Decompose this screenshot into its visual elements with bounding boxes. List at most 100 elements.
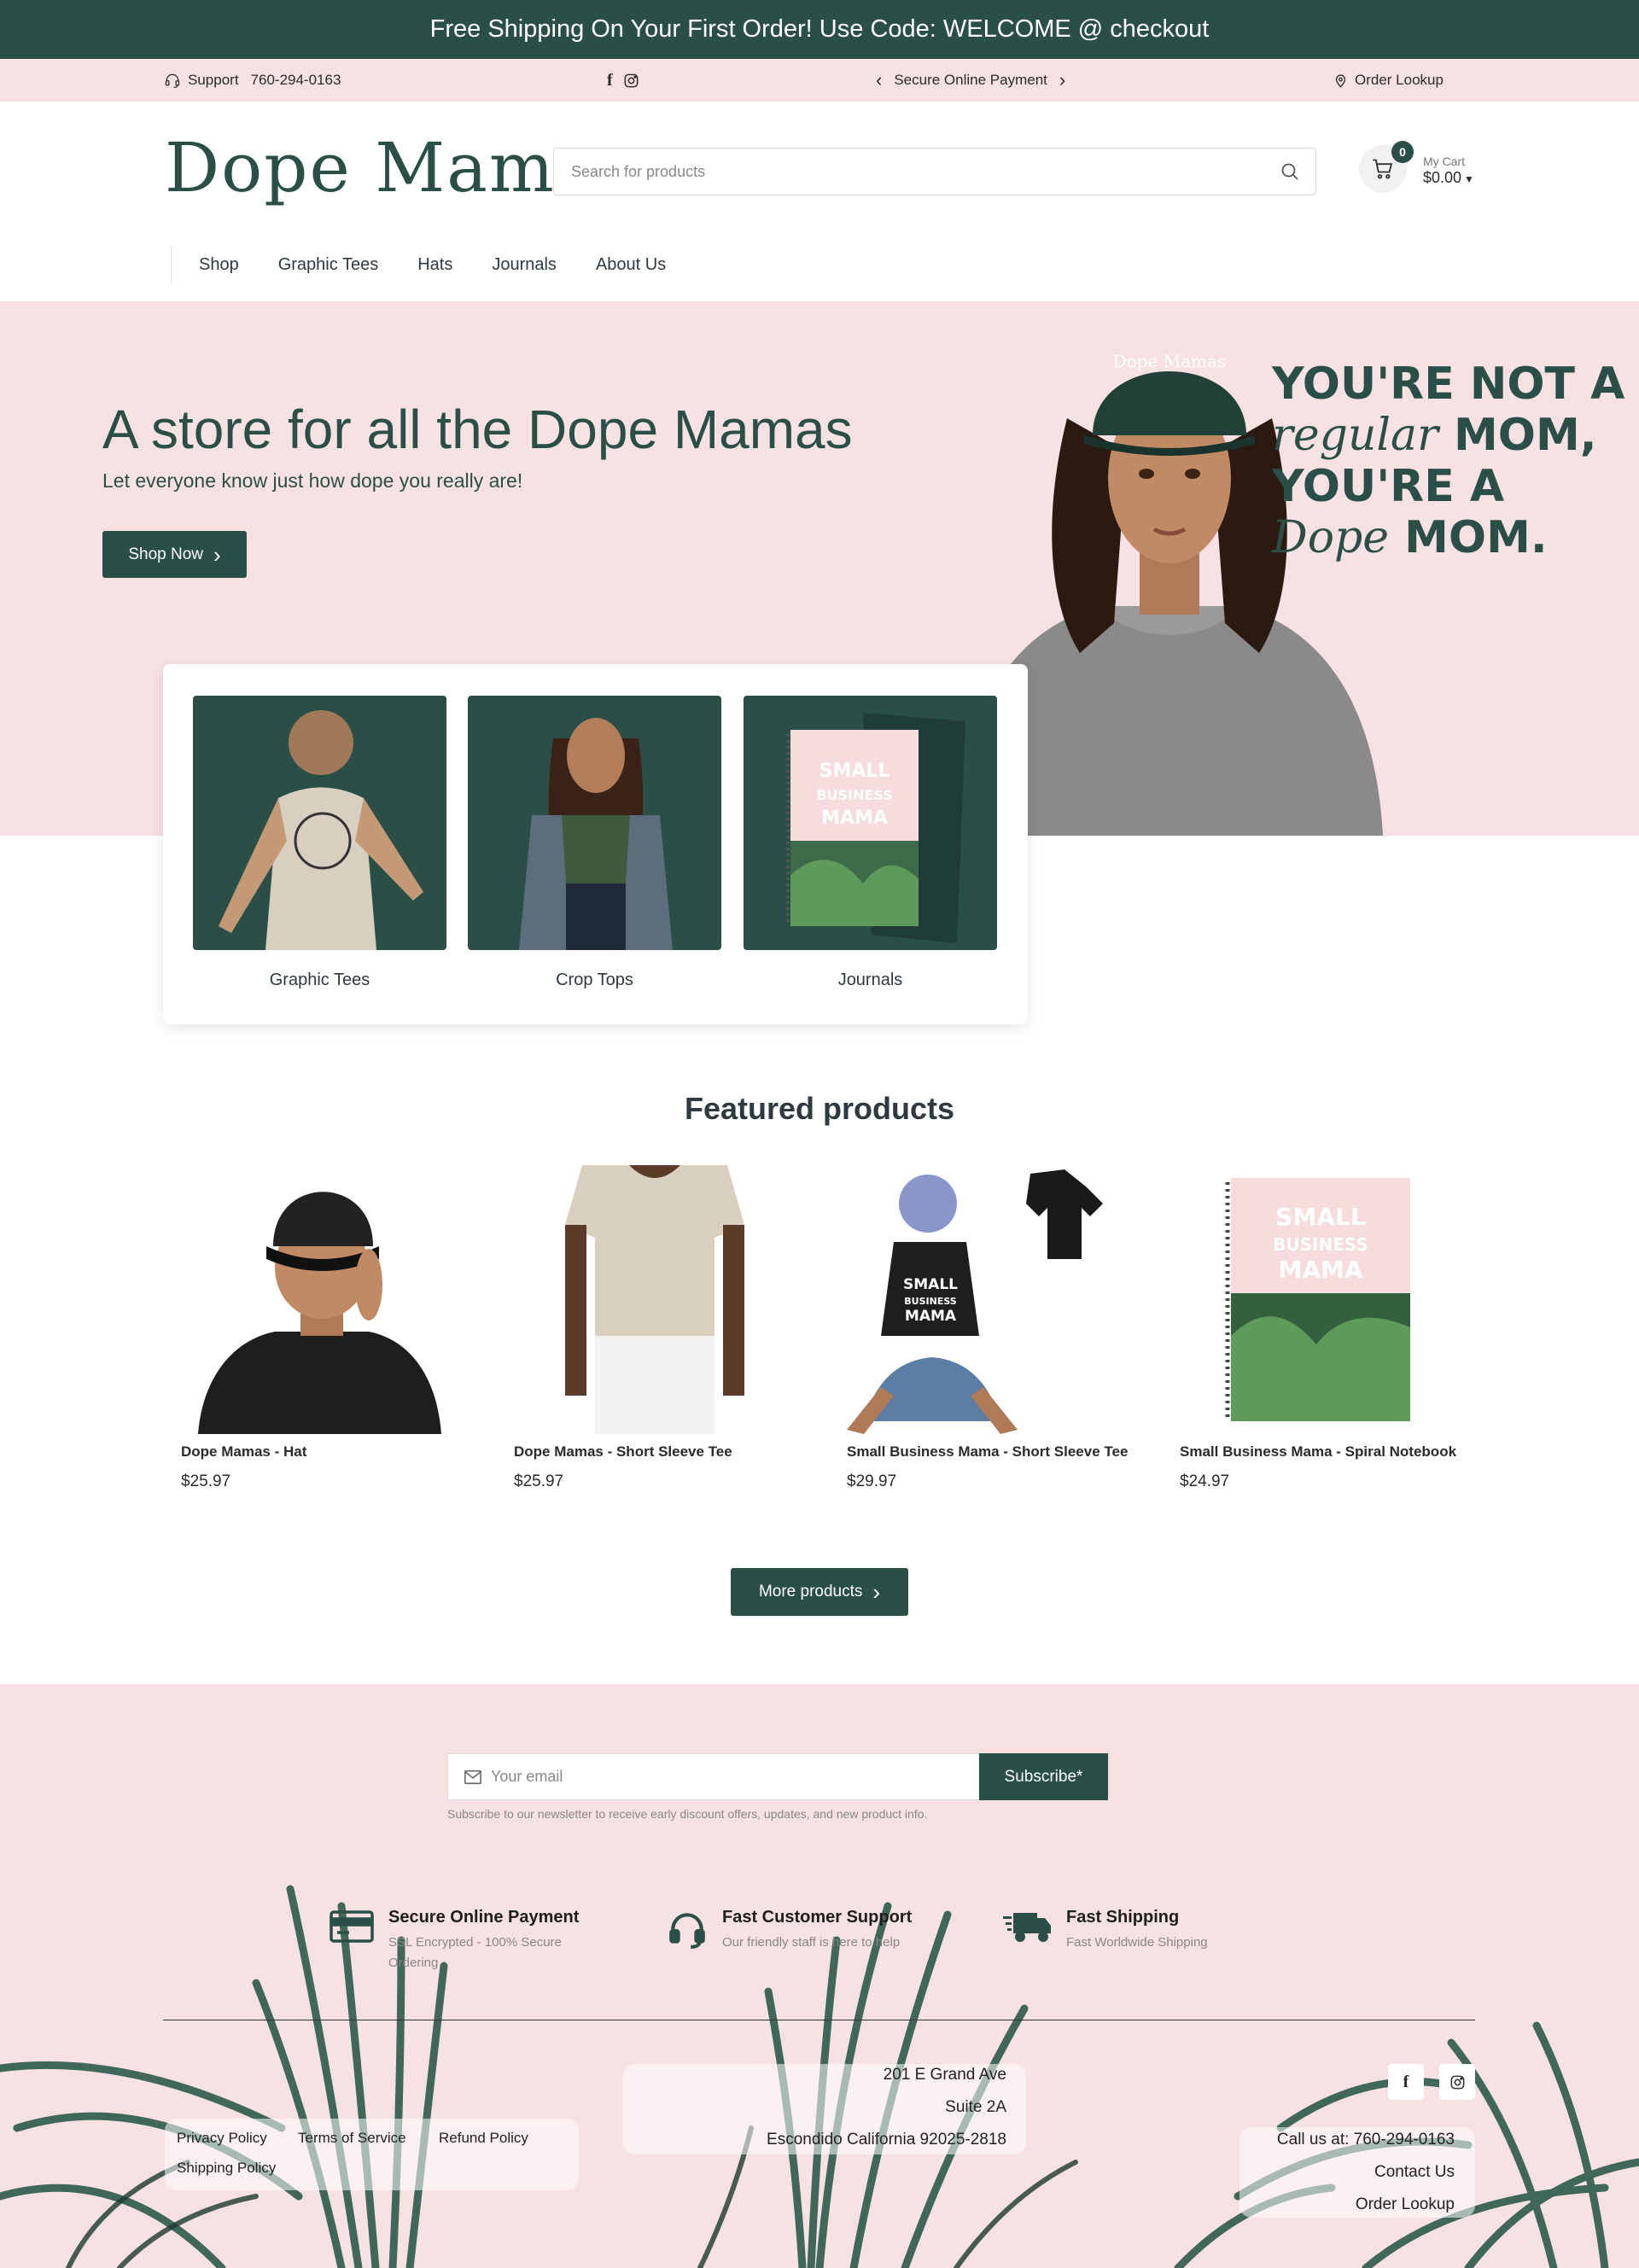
footer-facebook-button[interactable]: f xyxy=(1388,2064,1424,2100)
product-price: $24.97 xyxy=(1180,1472,1230,1490)
support-link[interactable]: Support 760-294-0163 xyxy=(164,59,341,102)
category-image: SMALL BUSINESS MAMA xyxy=(744,696,997,950)
category-graphic-tees[interactable]: Graphic Tees xyxy=(193,696,446,990)
quote-line-2: regular MOM, xyxy=(1272,410,1624,461)
product-price: $25.97 xyxy=(181,1472,231,1490)
order-lookup-label: Order Lookup xyxy=(1355,72,1444,88)
feature-title: Fast Shipping xyxy=(1066,1908,1180,1927)
cart-total[interactable]: $0.00 ▼ xyxy=(1423,169,1474,187)
chevron-right-icon[interactable]: › xyxy=(1059,69,1065,91)
category-image xyxy=(193,696,446,950)
shop-now-label: Shop Now xyxy=(128,545,203,563)
instagram-icon[interactable] xyxy=(623,73,639,89)
privacy-policy-link[interactable]: Privacy Policy xyxy=(177,2130,267,2147)
order-lookup-link[interactable]: Order Lookup xyxy=(1333,59,1444,102)
product-name[interactable]: Dope Mamas - Hat xyxy=(181,1443,463,1460)
chevron-right-icon: › xyxy=(872,1579,881,1605)
category-label: Journals xyxy=(837,971,903,989)
category-crop-tops[interactable]: Crop Tops xyxy=(468,696,721,990)
product-price: $25.97 xyxy=(514,1472,564,1490)
payment-carousel: ‹ Secure Online Payment › xyxy=(876,59,1065,102)
utility-bar: Support 760-294-0163 f ‹ Secure Online P… xyxy=(0,59,1639,102)
delivery-truck-icon xyxy=(1003,1913,1051,1942)
email-input[interactable] xyxy=(491,1754,994,1799)
headset-icon xyxy=(165,73,180,88)
nav-item-graphic-tees[interactable]: Graphic Tees xyxy=(278,248,378,282)
product-card-short-sleeve-tee[interactable]: Dope Mamas - Short Sleeve Tee $25.97 xyxy=(514,1165,796,1491)
nav-item-about-us[interactable]: About Us xyxy=(596,248,666,282)
support-phone: 760-294-0163 xyxy=(250,72,341,88)
product-image: SMALL BUSINESS MAMA xyxy=(1180,1165,1461,1434)
product-image: SMALL BUSINESS MAMA xyxy=(847,1165,1129,1434)
main-nav: Shop Graphic Tees Hats Journals About Us xyxy=(199,248,705,282)
nav-item-hats[interactable]: Hats xyxy=(417,248,452,282)
feature-customer-support: Fast Customer Support Our friendly staff… xyxy=(666,1908,912,1953)
shop-now-button[interactable]: Shop Now › xyxy=(102,531,247,578)
category-label: Crop Tops xyxy=(556,971,633,989)
product-image xyxy=(514,1165,796,1434)
contact-us-link[interactable]: Contact Us xyxy=(1374,2163,1455,2182)
more-products-button[interactable]: More products › xyxy=(731,1568,908,1616)
category-image xyxy=(468,696,721,950)
feature-title: Secure Online Payment xyxy=(388,1908,580,1927)
product-card-hat[interactable]: Dope Mamas - Hat $25.97 xyxy=(181,1165,463,1491)
nav-item-journals[interactable]: Journals xyxy=(492,248,557,282)
quote-line-4-script: Dope xyxy=(1272,512,1390,563)
cart-icon xyxy=(1373,159,1393,179)
chevron-right-icon: › xyxy=(213,541,221,568)
search-input[interactable] xyxy=(554,149,1263,195)
nav-divider xyxy=(171,246,172,283)
hero-subtitle: Let everyone know just how dope you real… xyxy=(102,469,523,492)
product-name[interactable]: Small Business Mama - Short Sleeve Tee xyxy=(847,1443,1129,1460)
footer-order-lookup-link[interactable]: Order Lookup xyxy=(1356,2195,1455,2214)
category-label: Graphic Tees xyxy=(269,971,370,989)
svg-text:MAMA: MAMA xyxy=(905,1308,957,1325)
product-price: $29.97 xyxy=(847,1472,897,1490)
subscribe-button[interactable]: Subscribe* xyxy=(979,1753,1108,1800)
call-us-text[interactable]: Call us at: 760-294-0163 xyxy=(1277,2131,1455,2149)
address-line-3: Escondido California 92025-2818 xyxy=(767,2131,1006,2148)
more-products-label: More products xyxy=(758,1583,863,1600)
footer-instagram-button[interactable] xyxy=(1439,2064,1475,2100)
utility-social: f xyxy=(607,59,639,102)
support-label: Support xyxy=(188,72,239,88)
quote-line-2-script: regular xyxy=(1272,410,1438,461)
chevron-left-icon[interactable]: ‹ xyxy=(876,69,882,91)
svg-text:BUSINESS: BUSINESS xyxy=(816,787,892,803)
svg-text:MAMA: MAMA xyxy=(1278,1256,1362,1284)
search-icon[interactable] xyxy=(1280,161,1300,182)
search-box xyxy=(553,148,1316,195)
feature-secure-payment: Secure Online Payment SSL Encrypted - 10… xyxy=(329,1908,579,1974)
svg-text:MAMA: MAMA xyxy=(821,808,888,829)
payment-label: Secure Online Payment xyxy=(894,72,1047,88)
cart-count-badge: 0 xyxy=(1391,141,1414,163)
facebook-icon[interactable]: f xyxy=(607,71,613,90)
category-journals[interactable]: SMALL BUSINESS MAMA Journals xyxy=(744,696,997,990)
product-name[interactable]: Small Business Mama - Spiral Notebook xyxy=(1180,1443,1461,1460)
product-card-small-business-tee[interactable]: SMALL BUSINESS MAMA Small Business Mama … xyxy=(847,1165,1129,1491)
address-line-1: 201 E Grand Ave xyxy=(883,2066,1006,2084)
terms-of-service-link[interactable]: Terms of Service xyxy=(298,2130,406,2147)
product-name[interactable]: Dope Mamas - Short Sleeve Tee xyxy=(514,1443,796,1460)
cart-total-value: $0.00 xyxy=(1423,169,1462,186)
announcement-text: Free Shipping On Your First Order! Use C… xyxy=(429,15,1210,43)
svg-text:SMALL: SMALL xyxy=(1275,1203,1366,1231)
quote-line-3: YOU'RE A xyxy=(1272,461,1505,512)
quote-line-4-rest: MOM. xyxy=(1404,512,1548,563)
feature-subtitle: Fast Worldwide Shipping xyxy=(1066,1935,1208,1950)
newsletter-note: Subscribe to our newsletter to receive e… xyxy=(447,1807,928,1821)
shipping-policy-link[interactable]: Shipping Policy xyxy=(177,2160,276,2177)
feature-fast-shipping: Fast Shipping Fast Worldwide Shipping xyxy=(1003,1908,1208,1953)
nav-item-shop[interactable]: Shop xyxy=(199,248,239,282)
refund-policy-link[interactable]: Refund Policy xyxy=(439,2130,528,2147)
facebook-icon: f xyxy=(1403,2072,1409,2091)
instagram-icon xyxy=(1450,2075,1464,2089)
product-card-spiral-notebook[interactable]: SMALL BUSINESS MAMA Small Business Mama … xyxy=(1180,1165,1461,1491)
caret-down-icon: ▼ xyxy=(1464,173,1474,185)
svg-text:SMALL: SMALL xyxy=(820,761,890,782)
svg-text:SMALL: SMALL xyxy=(903,1276,958,1293)
featured-title: Featured products xyxy=(684,1091,955,1126)
cart-label: My Cart xyxy=(1423,155,1465,168)
address-line-2: Suite 2A xyxy=(945,2098,1006,2116)
hero-quote: YOU'RE NOT A regular MOM, YOU'RE A Dope … xyxy=(1272,359,1624,563)
